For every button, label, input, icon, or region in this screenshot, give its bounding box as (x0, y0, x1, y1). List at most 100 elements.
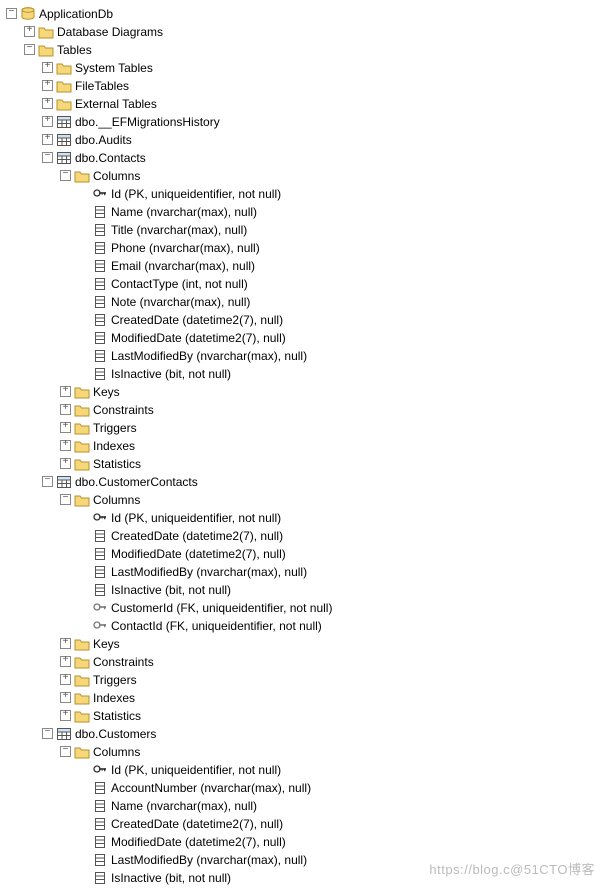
col-contacts-contacttype[interactable]: ContactType (int, not null) (0, 274, 601, 292)
db-applicationdb[interactable]: −ApplicationDb (0, 4, 601, 22)
col-cc-isinactive[interactable]: IsInactive (bit, not null) (0, 580, 601, 598)
folder-contacts-columns[interactable]: − Columns (0, 166, 601, 184)
table-efmigrationshistory-label: dbo.__EFMigrationsHistory (75, 115, 220, 129)
expand-toggle-icon[interactable]: + (42, 134, 53, 145)
col-cust-id[interactable]: Id (PK, uniqueidentifier, not null) (0, 760, 601, 778)
folder-cc-constraints-label: Constraints (93, 655, 154, 669)
collapse-toggle-icon[interactable]: − (42, 476, 53, 487)
col-cust-modifieddate[interactable]: ModifiedDate (datetime2(7), null) (0, 832, 601, 850)
folder-icon (74, 402, 90, 418)
collapse-toggle-icon[interactable]: − (60, 170, 71, 181)
col-contacts-phone[interactable]: Phone (nvarchar(max), null) (0, 238, 601, 256)
folder-icon (74, 708, 90, 724)
table-efmigrationshistory[interactable]: + dbo.__EFMigrationsHistory (0, 112, 601, 130)
folder-icon (74, 654, 90, 670)
expand-toggle-icon[interactable]: + (60, 440, 71, 451)
object-explorer-tree[interactable]: −ApplicationDb+Database Diagrams−Tables+… (0, 4, 601, 886)
folder-contacts-triggers-label: Triggers (93, 421, 137, 435)
folder-cc-columns-label: Columns (93, 493, 140, 507)
expand-toggle-icon[interactable]: + (42, 80, 53, 91)
folder-database-diagrams-label: Database Diagrams (57, 25, 163, 39)
folder-contacts-triggers[interactable]: + Triggers (0, 418, 601, 436)
col-cc-isinactive-label: IsInactive (bit, not null) (111, 583, 231, 597)
folder-external-tables[interactable]: +External Tables (0, 94, 601, 112)
col-cust-isinactive[interactable]: IsInactive (bit, not null) (0, 868, 601, 886)
col-cc-modifieddate[interactable]: ModifiedDate (datetime2(7), null) (0, 544, 601, 562)
expand-toggle-icon[interactable]: + (60, 458, 71, 469)
folder-contacts-indexes[interactable]: +Indexes (0, 436, 601, 454)
table-customers[interactable]: − dbo.Customers (0, 724, 601, 742)
folder-cc-triggers[interactable]: +Triggers (0, 670, 601, 688)
col-cc-lastmodifiedby-label: LastModifiedBy (nvarchar(max), null) (111, 565, 307, 579)
expand-toggle-icon[interactable]: + (60, 638, 71, 649)
database-icon (20, 6, 36, 22)
folder-icon (74, 690, 90, 706)
table-icon (56, 726, 72, 742)
col-contacts-id[interactable]: Id (PK, uniqueidentifier, not null) (0, 184, 601, 202)
collapse-toggle-icon[interactable]: − (42, 152, 53, 163)
table-customercontacts[interactable]: −dbo.CustomerContacts (0, 472, 601, 490)
folder-tables-label: Tables (57, 43, 92, 57)
folder-cc-indexes[interactable]: +Indexes (0, 688, 601, 706)
col-contacts-modifieddate[interactable]: ModifiedDate (datetime2(7), null) (0, 328, 601, 346)
col-cust-name-label: Name (nvarchar(max), null) (111, 799, 257, 813)
collapse-toggle-icon[interactable]: − (42, 728, 53, 739)
table-customers-label: dbo.Customers (75, 727, 156, 741)
expand-toggle-icon[interactable]: + (60, 404, 71, 415)
col-cc-createddate-label: CreatedDate (datetime2(7), null) (111, 529, 283, 543)
collapse-toggle-icon[interactable]: − (6, 8, 17, 19)
column-icon (92, 564, 108, 580)
collapse-toggle-icon[interactable]: − (60, 746, 71, 757)
col-cc-id[interactable]: Id (PK, uniqueidentifier, not null) (0, 508, 601, 526)
col-cc-lastmodifiedby[interactable]: LastModifiedBy (nvarchar(max), null) (0, 562, 601, 580)
col-cc-customerid[interactable]: CustomerId (FK, uniqueidentifier, not nu… (0, 598, 601, 616)
folder-system-tables[interactable]: +System Tables (0, 58, 601, 76)
col-contacts-email[interactable]: Email (nvarchar(max), null) (0, 256, 601, 274)
collapse-toggle-icon[interactable]: − (60, 494, 71, 505)
expand-toggle-icon[interactable]: + (60, 386, 71, 397)
col-contacts-isinactive[interactable]: IsInactive (bit, not null) (0, 364, 601, 382)
folder-contacts-constraints[interactable]: +Constraints (0, 400, 601, 418)
table-audits-label: dbo.Audits (75, 133, 132, 147)
collapse-toggle-icon[interactable]: − (24, 44, 35, 55)
column-icon (92, 546, 108, 562)
expand-toggle-icon[interactable]: + (42, 62, 53, 73)
folder-cust-columns[interactable]: −Columns (0, 742, 601, 760)
table-audits[interactable]: + dbo.Audits (0, 130, 601, 148)
folder-cc-columns[interactable]: − Columns (0, 490, 601, 508)
col-cc-createddate[interactable]: CreatedDate (datetime2(7), null) (0, 526, 601, 544)
table-contacts-label: dbo.Contacts (75, 151, 146, 165)
col-cust-name[interactable]: Name (nvarchar(max), null) (0, 796, 601, 814)
expand-toggle-icon[interactable]: + (60, 422, 71, 433)
folder-database-diagrams[interactable]: + Database Diagrams (0, 22, 601, 40)
col-contacts-note[interactable]: Note (nvarchar(max), null) (0, 292, 601, 310)
table-icon (56, 474, 72, 490)
folder-contacts-keys[interactable]: +Keys (0, 382, 601, 400)
col-cc-contactid[interactable]: ContactId (FK, uniqueidentifier, not nul… (0, 616, 601, 634)
col-contacts-name[interactable]: Name (nvarchar(max), null) (0, 202, 601, 220)
col-cust-accountnumber[interactable]: AccountNumber (nvarchar(max), null) (0, 778, 601, 796)
folder-file-tables[interactable]: +FileTables (0, 76, 601, 94)
folder-contacts-statistics[interactable]: +Statistics (0, 454, 601, 472)
folder-cc-constraints[interactable]: + Constraints (0, 652, 601, 670)
expand-toggle-icon[interactable]: + (60, 674, 71, 685)
folder-cc-keys[interactable]: +Keys (0, 634, 601, 652)
table-contacts[interactable]: − dbo.Contacts (0, 148, 601, 166)
expand-toggle-icon[interactable]: + (60, 710, 71, 721)
folder-contacts-columns-label: Columns (93, 169, 140, 183)
folder-cc-statistics[interactable]: +Statistics (0, 706, 601, 724)
expand-toggle-icon[interactable]: + (24, 26, 35, 37)
col-cust-createddate[interactable]: CreatedDate (datetime2(7), null) (0, 814, 601, 832)
folder-tables[interactable]: − Tables (0, 40, 601, 58)
expand-toggle-icon[interactable]: + (60, 656, 71, 667)
col-contacts-createddate[interactable]: CreatedDate (datetime2(7), null) (0, 310, 601, 328)
column-icon (92, 240, 108, 256)
col-cust-lastmodifiedby[interactable]: LastModifiedBy (nvarchar(max), null) (0, 850, 601, 868)
col-contacts-lastmodifiedby[interactable]: LastModifiedBy (nvarchar(max), null) (0, 346, 601, 364)
col-contacts-createddate-label: CreatedDate (datetime2(7), null) (111, 313, 283, 327)
expand-toggle-icon[interactable]: + (42, 98, 53, 109)
col-cc-customerid-label: CustomerId (FK, uniqueidentifier, not nu… (111, 601, 332, 615)
expand-toggle-icon[interactable]: + (60, 692, 71, 703)
col-contacts-title[interactable]: Title (nvarchar(max), null) (0, 220, 601, 238)
expand-toggle-icon[interactable]: + (42, 116, 53, 127)
